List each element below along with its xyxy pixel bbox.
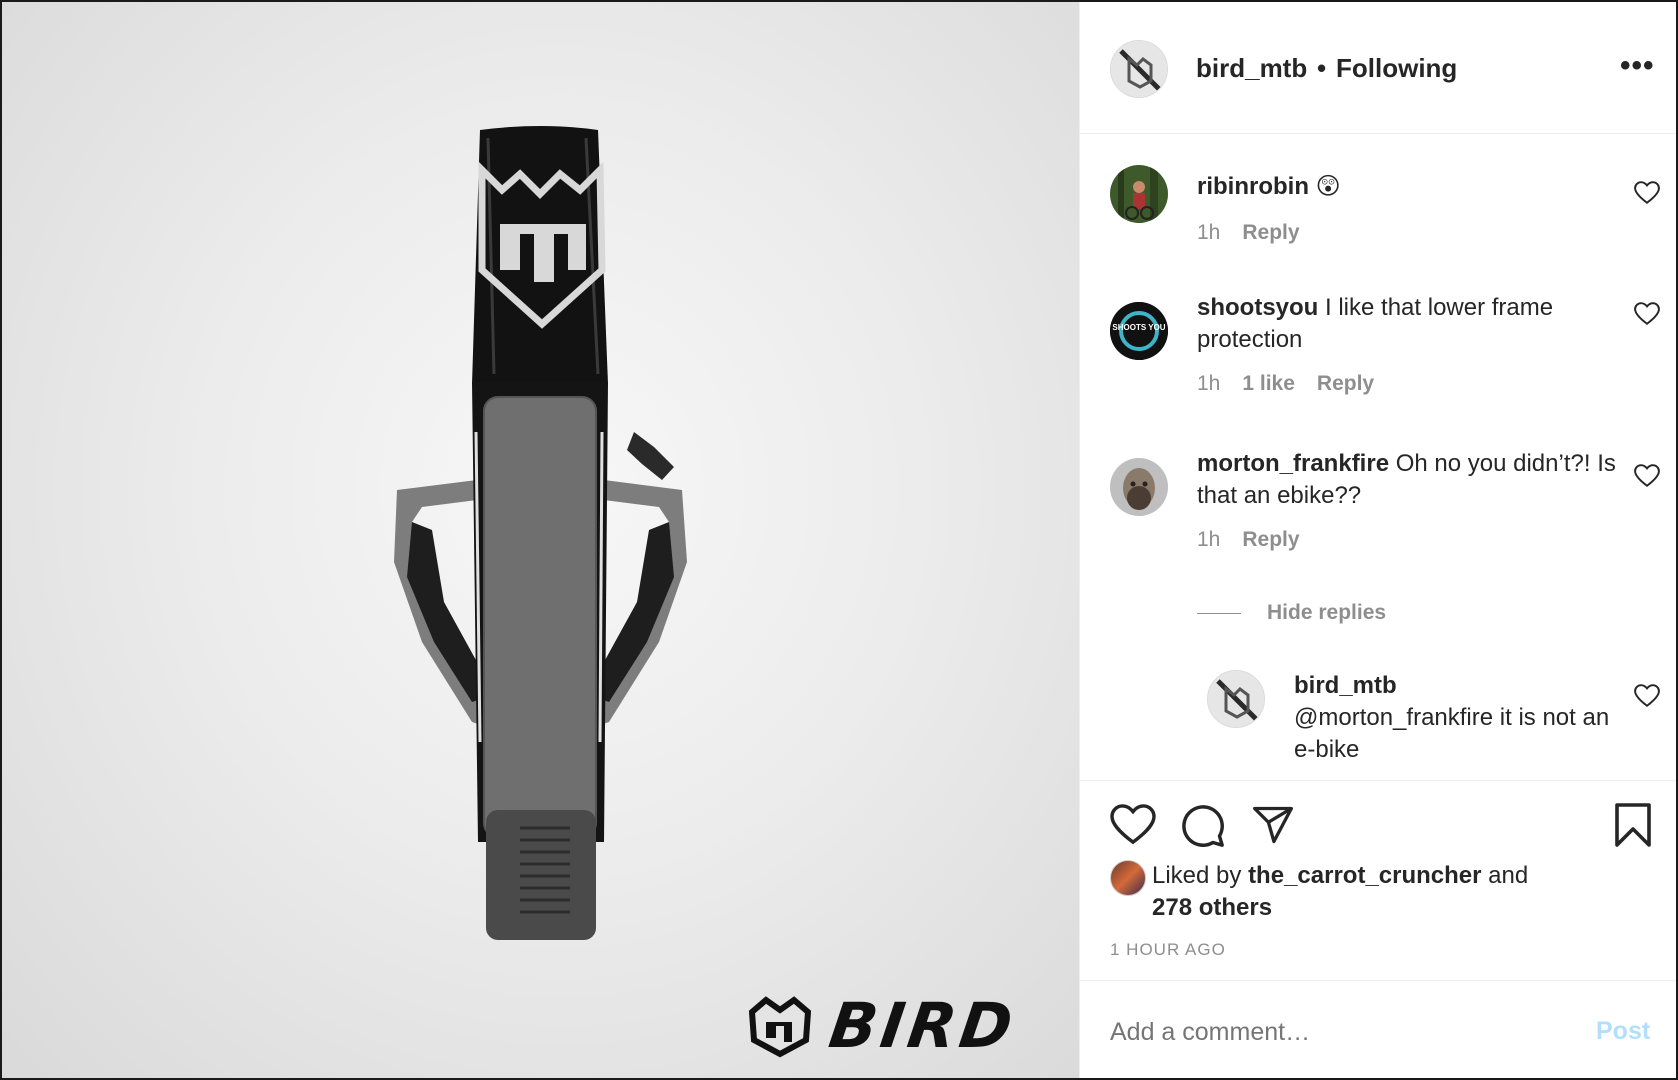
like-comment-heart-icon[interactable] — [1634, 684, 1660, 708]
bird-logo-icon — [1111, 41, 1167, 97]
post-image[interactable]: BIRD — [2, 2, 1079, 1078]
author-avatar[interactable] — [1110, 40, 1168, 98]
bird-logo-icon — [1208, 671, 1264, 727]
add-comment-input[interactable] — [1110, 1015, 1570, 1049]
hide-replies-label: Hide replies — [1267, 601, 1387, 624]
liker-username[interactable]: the_carrot_cruncher — [1248, 862, 1481, 889]
comment-username[interactable]: shootsyou — [1197, 294, 1318, 321]
post-comment-button[interactable]: Post — [1596, 1015, 1650, 1047]
comment-meta: 1h 1 like Reply — [1197, 371, 1396, 397]
reply-button[interactable]: Reply — [1317, 372, 1374, 395]
instagram-post-window: BIRD bird_mtb • Following ••• ribinrobin… — [0, 0, 1678, 1080]
share-send-icon[interactable] — [1250, 803, 1296, 847]
post-header: bird_mtb • Following ••• — [1080, 2, 1676, 134]
reply-button[interactable]: Reply — [1242, 221, 1299, 244]
bearded-face-photo — [1110, 458, 1168, 516]
comment-likes-count[interactable]: 1 like — [1242, 372, 1295, 395]
comment-bubble-icon[interactable] — [1180, 803, 1226, 849]
reply-avatar[interactable] — [1207, 670, 1265, 728]
reply-username[interactable]: bird_mtb — [1294, 670, 1614, 702]
like-comment-heart-icon[interactable] — [1634, 302, 1660, 326]
comments-list[interactable]: ribinrobin 😲 1h Reply SHOOTS YOU shootsy… — [1080, 135, 1676, 780]
reply-body: bird_mtb @morton_frankfire it is not an … — [1294, 670, 1614, 766]
like-comment-heart-icon[interactable] — [1634, 464, 1660, 488]
comment-body: shootsyou I like that lower frame protec… — [1197, 292, 1597, 356]
comment-time: 1h — [1197, 372, 1221, 395]
comment-username[interactable]: morton_frankfire — [1197, 450, 1389, 477]
comment-time: 1h — [1197, 528, 1221, 551]
comment-body: ribinrobin 😲 — [1197, 171, 1597, 203]
hide-replies-button[interactable]: Hide replies — [1197, 600, 1386, 626]
bike-frame-image — [394, 126, 687, 940]
replies-divider-line — [1197, 612, 1241, 614]
separator-dot: • — [1317, 53, 1327, 83]
liked-by-and: and — [1488, 862, 1529, 889]
comment-meta: 1h Reply — [1197, 220, 1322, 246]
bird-brand-emblem-icon — [748, 996, 812, 1058]
commenter-avatar[interactable] — [1110, 165, 1168, 223]
comment-text: 😲 — [1315, 173, 1341, 200]
commenter-avatar[interactable] — [1110, 458, 1168, 516]
commenter-avatar[interactable]: SHOOTS YOU — [1110, 302, 1168, 360]
comment-username[interactable]: ribinrobin — [1197, 173, 1309, 200]
reply-text: @morton_frankfire it is not an e-bike — [1294, 704, 1610, 763]
likes-line: Liked by the_carrot_cruncher and — [1152, 860, 1528, 892]
comment-meta: 1h Reply — [1197, 527, 1322, 553]
like-heart-icon[interactable] — [1110, 804, 1156, 846]
comment-body: morton_frankfire Oh no you didn’t?! Is t… — [1197, 448, 1617, 512]
liked-by-prefix: Liked by — [1152, 862, 1242, 889]
follow-status-button[interactable]: Following — [1336, 52, 1457, 84]
like-comment-heart-icon[interactable] — [1634, 181, 1660, 205]
shootsyou-avatar-text: SHOOTS YOU — [1112, 323, 1166, 332]
post-side-panel: bird_mtb • Following ••• ribinrobin 😲 1h… — [1079, 2, 1676, 1078]
reply-button[interactable]: Reply — [1242, 528, 1299, 551]
author-username[interactable]: bird_mtb — [1196, 52, 1307, 84]
likes-others-link[interactable]: 278 others — [1152, 892, 1272, 924]
forest-rider-photo — [1110, 165, 1168, 223]
more-options-icon[interactable]: ••• — [1620, 50, 1655, 82]
post-timestamp[interactable]: 1 HOUR AGO — [1110, 939, 1226, 961]
comment-composer: Post — [1080, 980, 1676, 1078]
comment-time: 1h — [1197, 221, 1221, 244]
bird-brand-wordmark: BIRD — [824, 989, 1021, 1062]
liker-avatar[interactable] — [1110, 860, 1146, 896]
save-bookmark-icon[interactable] — [1613, 801, 1653, 849]
